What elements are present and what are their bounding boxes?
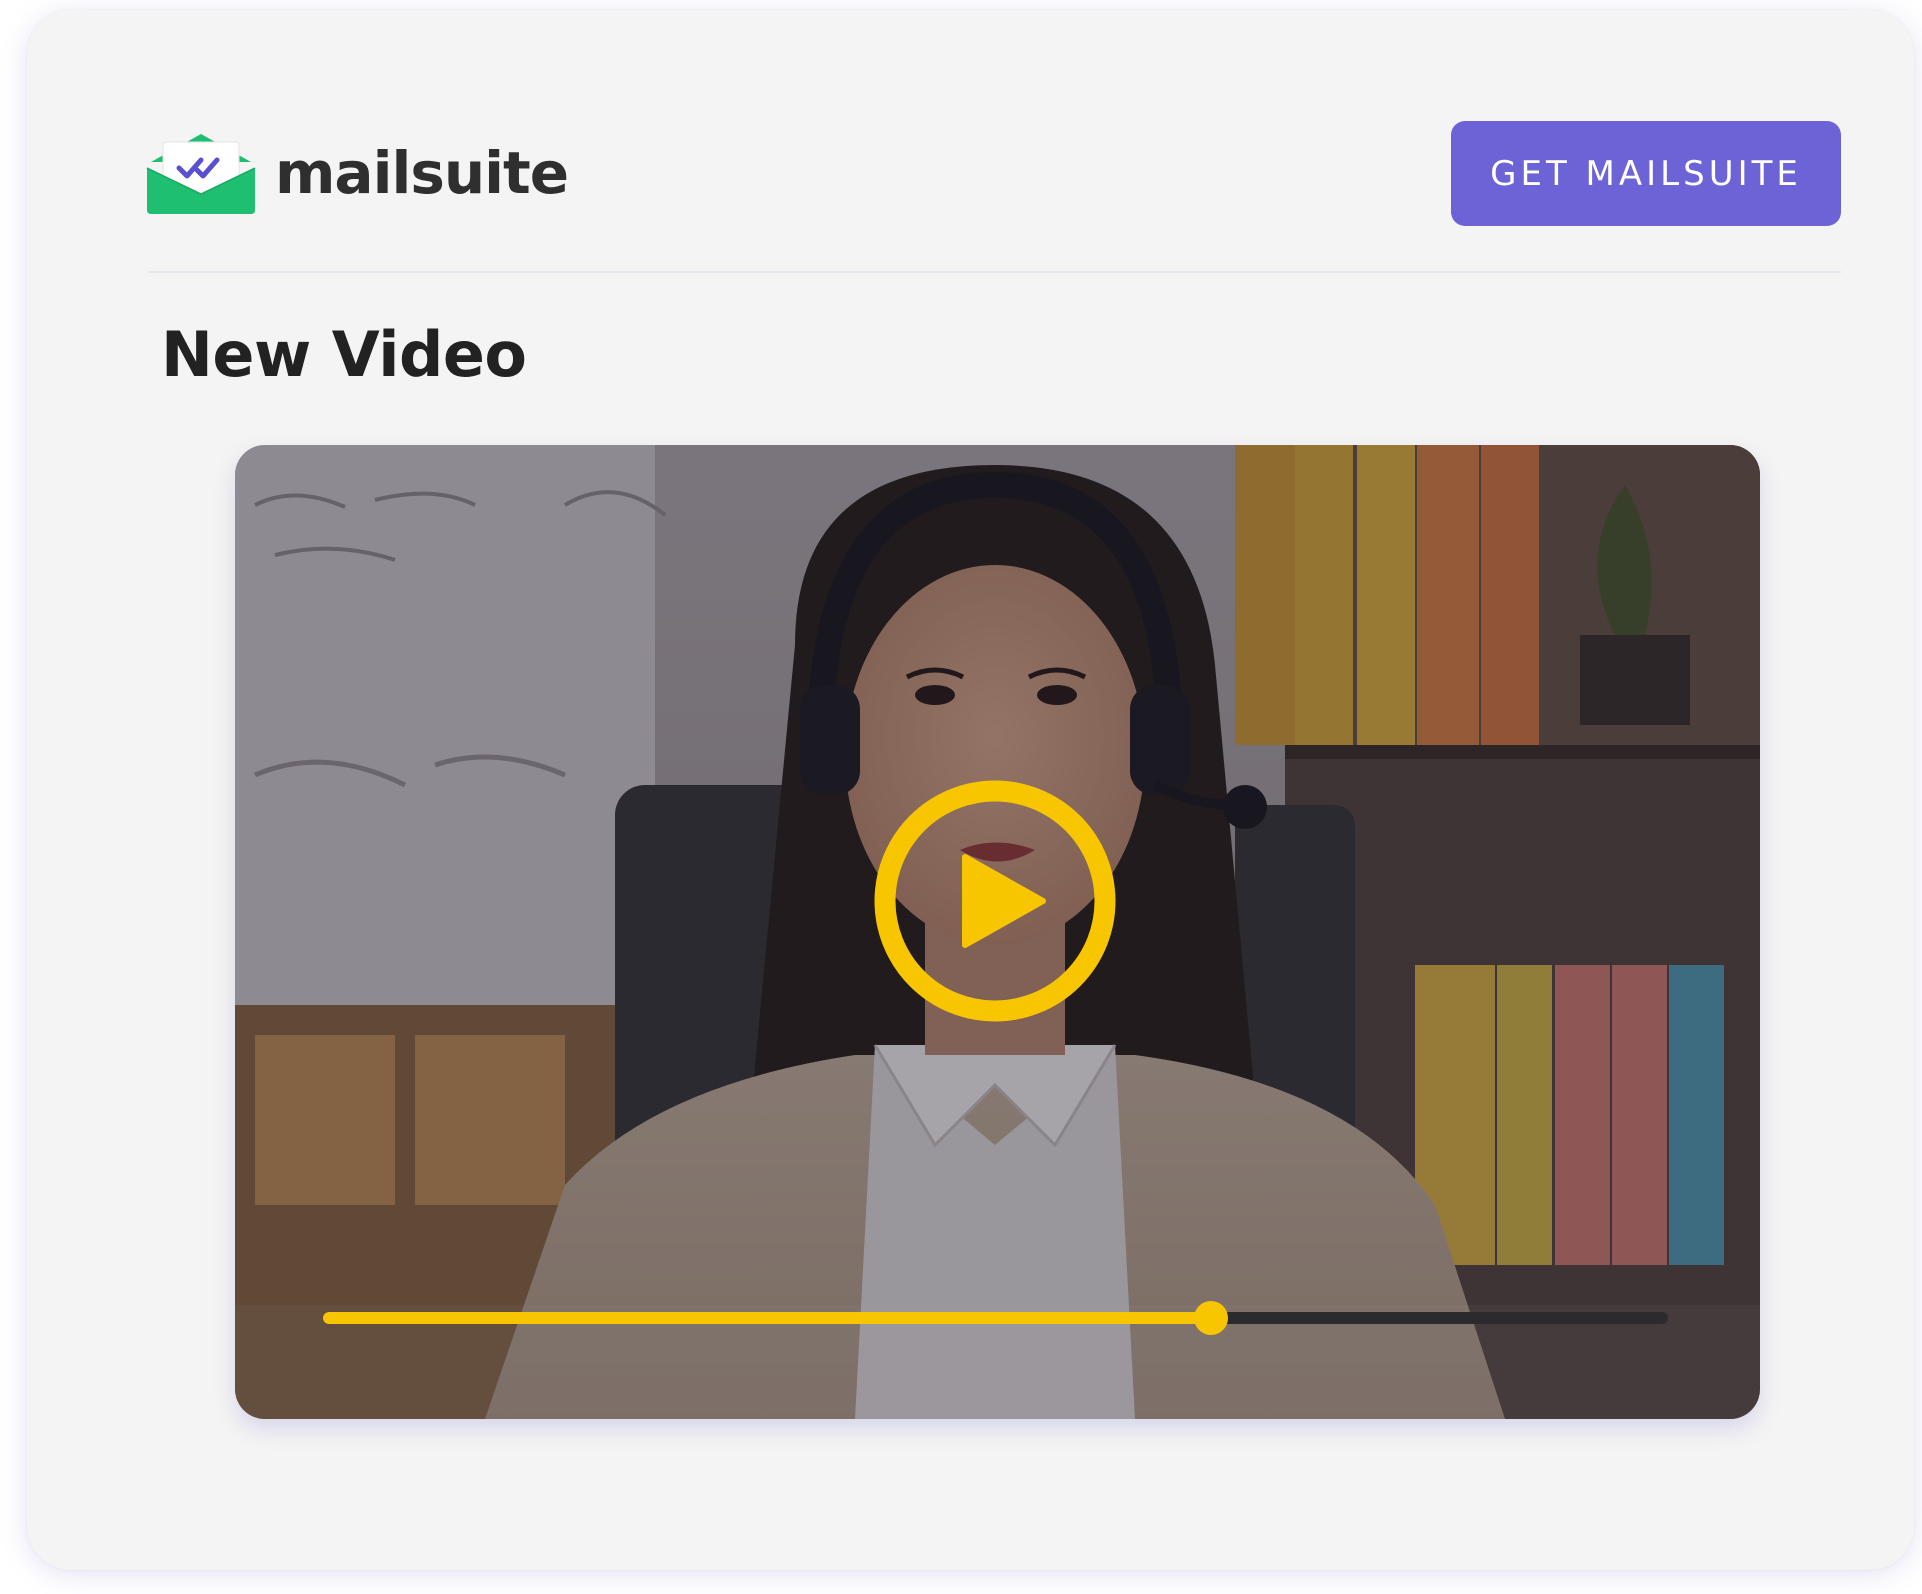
play-circle-icon [874, 780, 1116, 1022]
brand-name: mailsuite [275, 139, 569, 207]
header-divider [148, 271, 1841, 273]
page-title: New Video [161, 318, 527, 391]
email-card: mailsuite GET MAILSUITE New Video [27, 10, 1914, 1570]
video-player[interactable] [235, 445, 1760, 1419]
play-button[interactable] [873, 779, 1117, 1023]
brand-logo[interactable]: mailsuite [145, 132, 569, 214]
video-progress-bar[interactable] [323, 1301, 1668, 1335]
progress-fill [323, 1312, 1211, 1324]
progress-scrubber-handle[interactable] [1193, 1301, 1228, 1335]
envelope-check-icon [146, 134, 256, 214]
get-mailsuite-button[interactable]: GET MAILSUITE [1451, 121, 1841, 226]
